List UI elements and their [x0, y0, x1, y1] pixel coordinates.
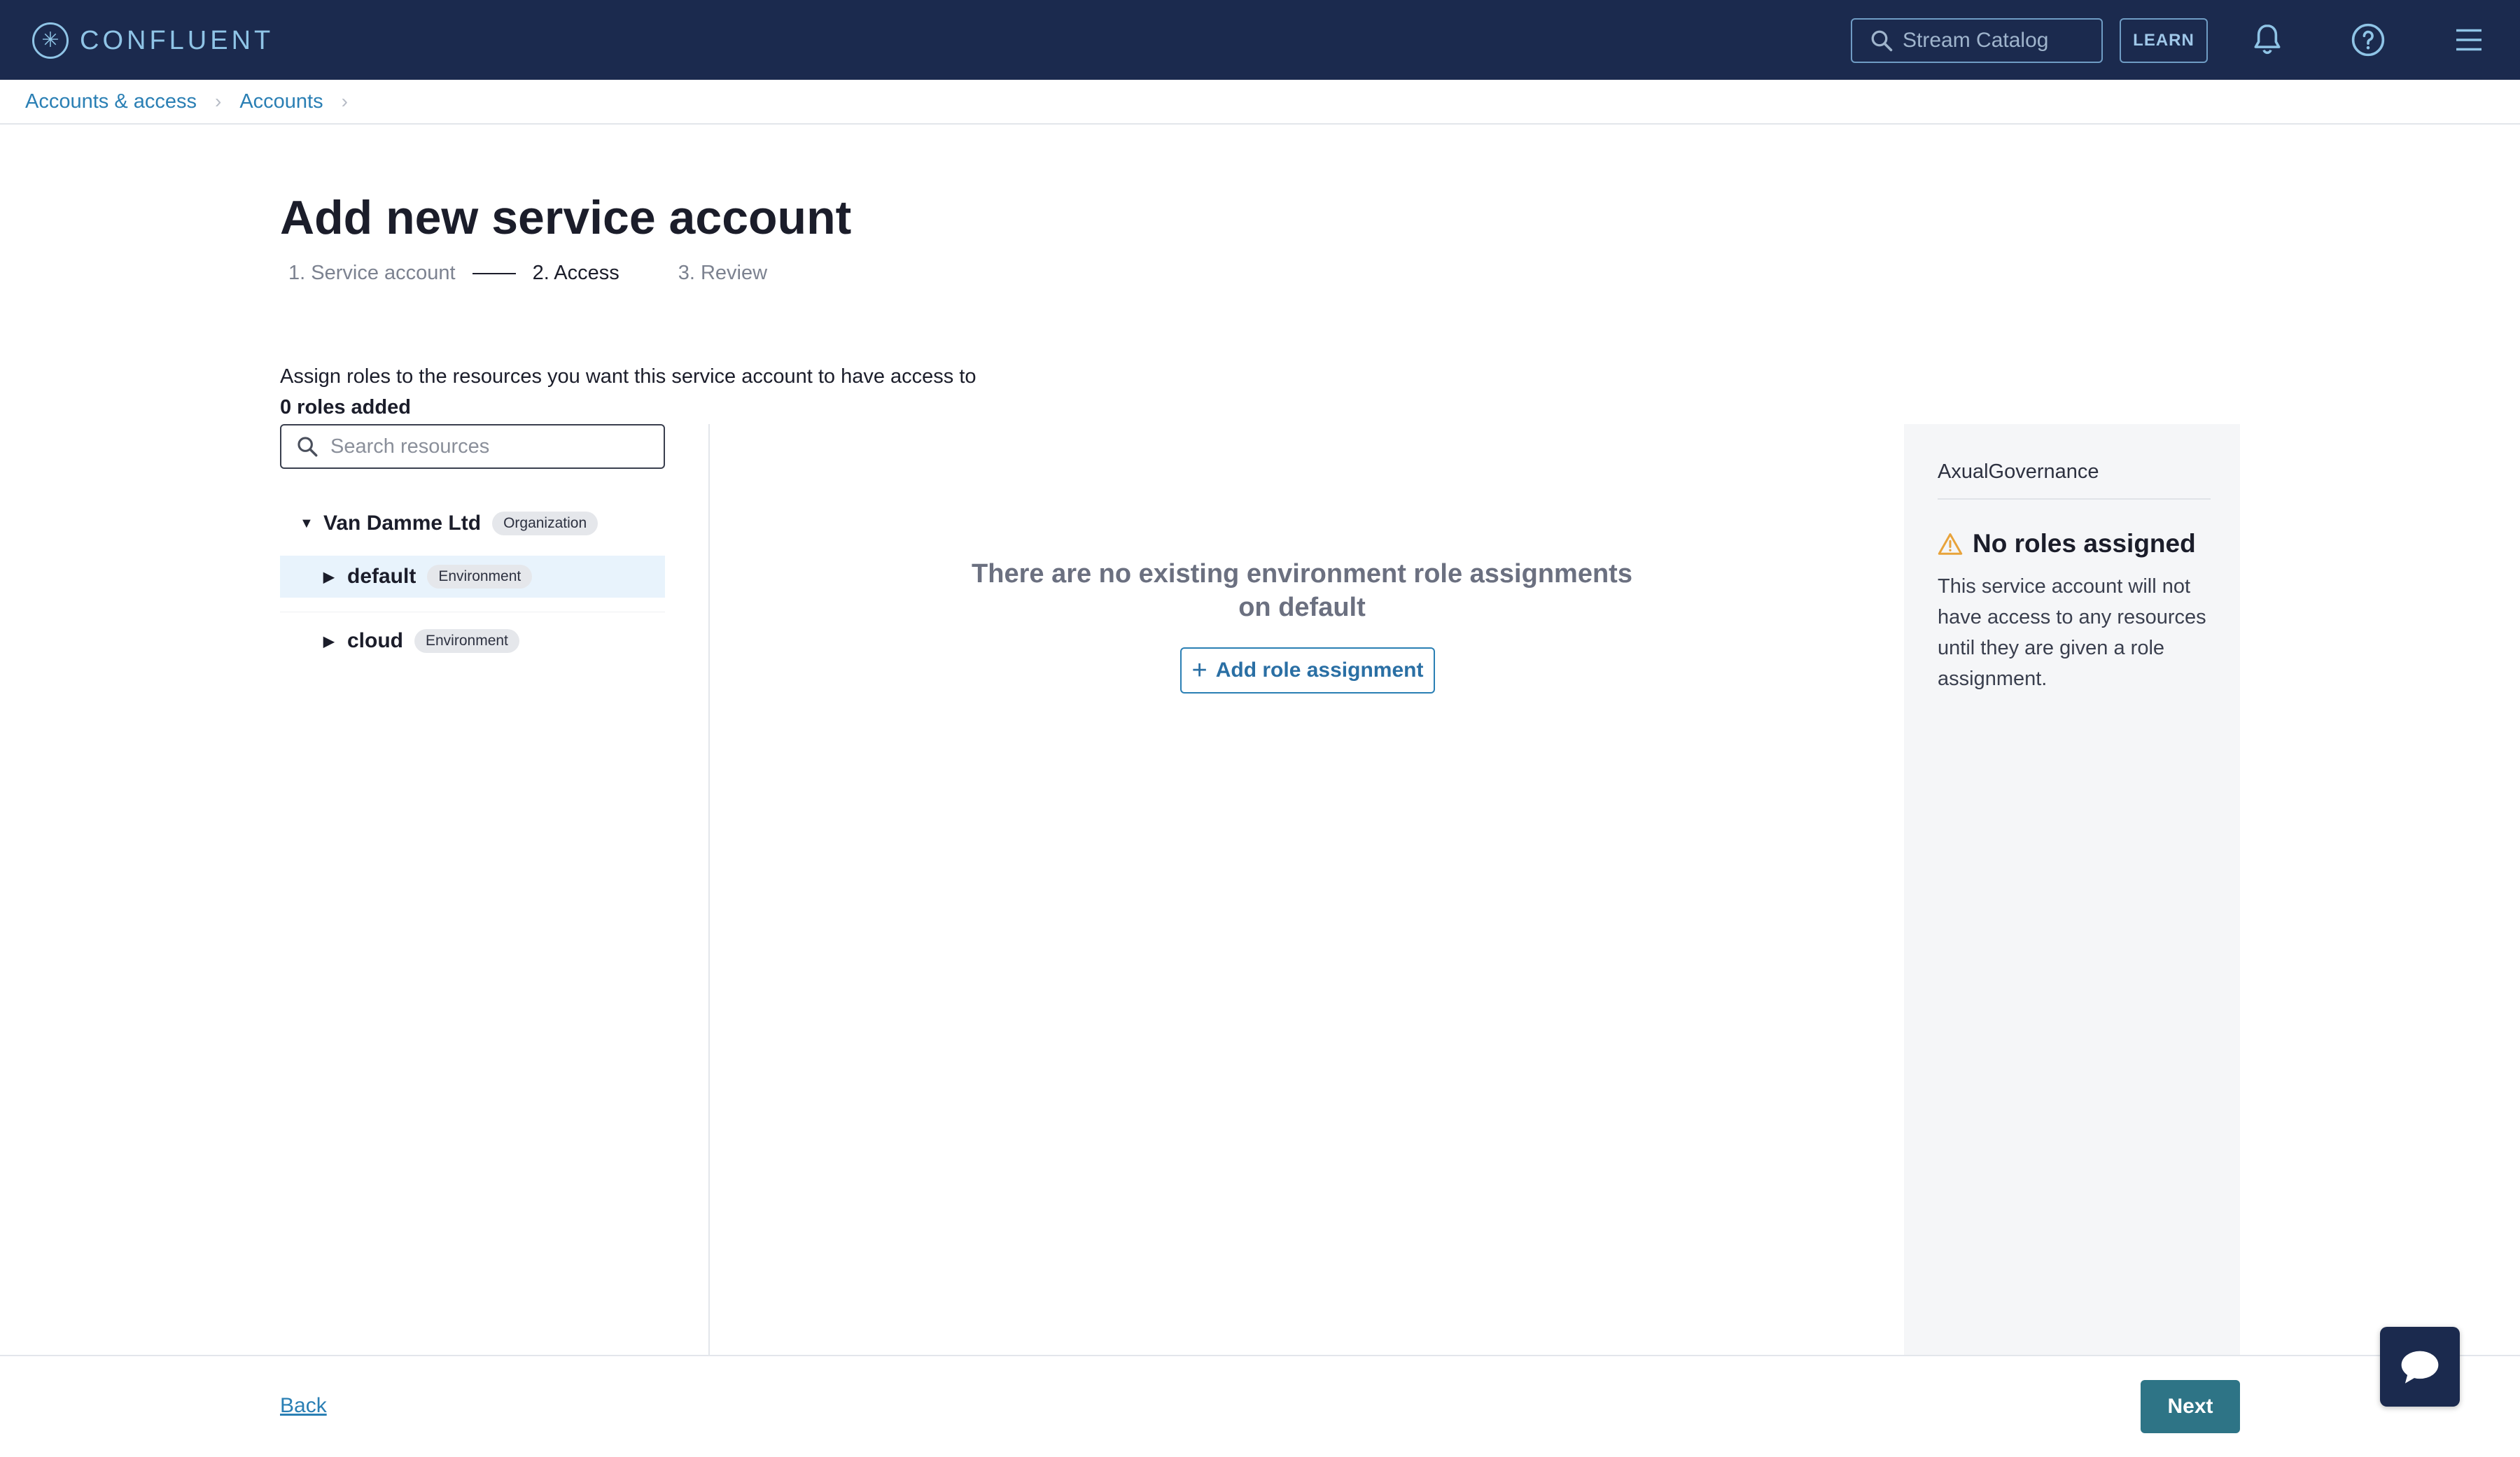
footer-divider [0, 1355, 2520, 1356]
organization-name: Van Damme Ltd [323, 512, 482, 535]
chevron-right-icon: › [341, 90, 348, 112]
tree-item-organization[interactable]: ▼ Van Damme Ltd Organization [300, 509, 598, 537]
step-review: 3. Review [678, 262, 768, 284]
step-access: 2. Access [532, 262, 620, 284]
caret-right-icon[interactable]: ▶ [323, 633, 335, 650]
stream-catalog-input[interactable] [1901, 28, 2100, 53]
instruction-text: Assign roles to the resources you want t… [280, 365, 976, 388]
plus-icon: + [1191, 656, 1208, 685]
breadcrumb-divider [0, 123, 2520, 125]
search-resources[interactable] [280, 424, 665, 469]
roles-added-count: 0 roles added [280, 396, 411, 418]
organization-tag: Organization [492, 512, 598, 535]
summary-title: No roles assigned [1973, 529, 2196, 558]
breadcrumb: Accounts & access › Accounts › [25, 80, 2520, 123]
caret-down-icon[interactable]: ▼ [300, 516, 314, 532]
step-service-account: 1. Service account [288, 262, 456, 284]
bell-icon[interactable] [2248, 21, 2286, 59]
warning-icon [1938, 533, 1963, 555]
step-connector [472, 272, 516, 274]
tree-item-environment-cloud[interactable]: ▶ cloud Environment [323, 627, 519, 655]
search-icon [1871, 30, 1893, 52]
service-account-name: AxualGovernance [1938, 460, 2099, 483]
summary-title-row: No roles assigned [1938, 529, 2196, 558]
caret-right-icon[interactable]: ▶ [323, 568, 335, 586]
panel-divider [708, 424, 710, 1355]
brand-name: CONFLUENT [80, 25, 274, 55]
summary-divider [1938, 498, 2211, 500]
environment-name: cloud [347, 629, 403, 652]
stream-catalog-search[interactable] [1851, 18, 2103, 63]
add-role-assignment-button[interactable]: + Add role assignment [1180, 647, 1435, 694]
chat-bubble-icon [2401, 1351, 2439, 1384]
back-link[interactable]: Back [280, 1394, 327, 1418]
environment-name: default [347, 565, 416, 588]
breadcrumb-accounts-access[interactable]: Accounts & access [25, 90, 197, 113]
confluent-logo[interactable]: CONFLUENT [32, 22, 274, 59]
breadcrumb-accounts[interactable]: Accounts [239, 90, 323, 113]
page-title: Add new service account [280, 191, 852, 244]
empty-state-message: There are no existing environment role a… [972, 559, 1632, 622]
next-button[interactable]: Next [2141, 1380, 2240, 1433]
help-icon[interactable] [2349, 21, 2387, 59]
summary-description: This service account will not have acces… [1938, 575, 2206, 690]
chat-widget-button[interactable] [2380, 1327, 2460, 1407]
chevron-right-icon: › [215, 90, 222, 112]
wizard-steps: 1. Service account 2. Access 3. Review [288, 262, 767, 285]
menu-icon[interactable] [2450, 21, 2488, 59]
tree-item-environment-default[interactable]: ▶ default Environment [323, 563, 533, 591]
search-icon [298, 437, 318, 457]
learn-button[interactable]: LEARN [2120, 18, 2208, 63]
confluent-logo-icon [32, 22, 69, 59]
summary-panel: AxualGovernance No roles assigned This s… [1904, 424, 2240, 1355]
environment-tag: Environment [414, 629, 519, 653]
environment-tag: Environment [427, 565, 533, 589]
search-resources-input[interactable] [329, 434, 654, 459]
add-role-assignment-label: Add role assignment [1215, 659, 1424, 682]
top-navigation-bar: CONFLUENT LEARN [0, 0, 2520, 80]
